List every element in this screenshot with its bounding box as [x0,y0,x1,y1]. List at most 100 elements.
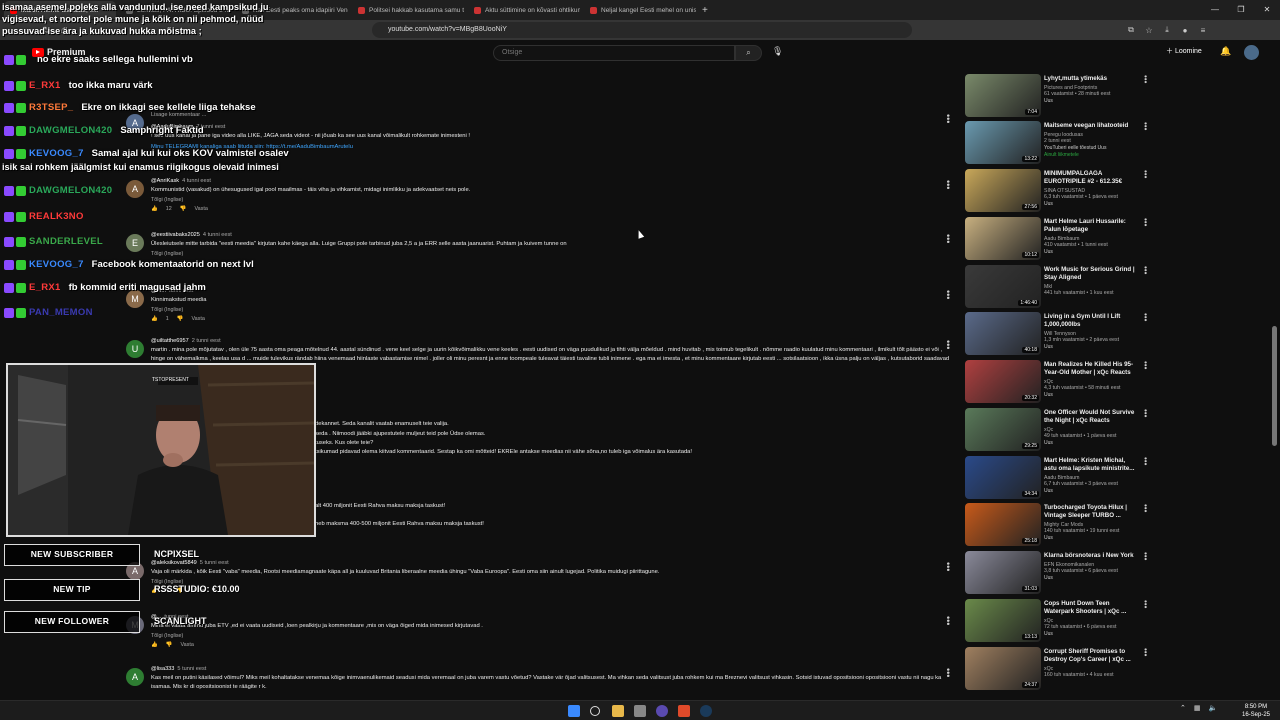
comment-more-icon[interactable]: ••• [943,180,953,189]
volume-icon[interactable]: 🔈 [1209,704,1218,712]
video-thumbnail[interactable]: 1:46:40 [965,265,1041,308]
video-more-icon[interactable]: ••• [1141,504,1150,512]
translate-link[interactable]: Tõlgi (Inglise) [151,633,951,639]
related-video-item[interactable]: 13:22 Maitseme veegan lihatooteid Peregu l… [965,121,1150,166]
comment-time[interactable]: 2 tunni eest [192,338,221,344]
create-button[interactable]: ＋ Loomine [1166,46,1202,56]
related-video-item[interactable]: 27:56 MINIMUMPALGAGA EUROTRIPILE #2 - 612… [965,169,1150,214]
comment-more-icon[interactable]: ••• [943,616,953,625]
video-more-icon[interactable]: ••• [1141,75,1150,83]
video-more-icon[interactable]: ••• [1141,361,1150,369]
video-more-icon[interactable]: ••• [1141,552,1150,560]
video-more-icon[interactable]: ••• [1141,457,1150,465]
video-thumbnail[interactable]: 13:13 [965,599,1041,642]
comment-more-icon[interactable]: ••• [943,290,953,299]
video-title[interactable]: Man Realizes He Killed His 95-Year-Old M… [1044,361,1138,377]
related-video-item[interactable]: 10:12 Mart Helme Lauri Hussarile: Palun l… [965,217,1150,262]
video-title[interactable]: Cops Hunt Down Teen Waterpark Shooters |… [1044,600,1138,616]
video-more-icon[interactable]: ••• [1141,170,1150,178]
video-title[interactable]: Mart Helme Lauri Hussarile: Palun lõpeta… [1044,218,1138,234]
new-tab-button[interactable]: + [702,5,708,16]
video-thumbnail[interactable]: 29:25 [965,408,1041,451]
video-more-icon[interactable]: ••• [1141,218,1150,226]
close-window-icon[interactable]: ✕ [1254,0,1280,20]
related-video-item[interactable]: 34:34 Mart Helme: Kristen Michal, astu om… [965,456,1150,501]
search-taskbar-icon[interactable] [590,706,600,716]
minimize-icon[interactable]: — [1202,0,1228,20]
video-title[interactable]: Mart Helme: Kristen Michal, astu oma lap… [1044,457,1138,473]
notifications-bell-icon[interactable]: 🔔 [1220,46,1231,57]
video-thumbnail[interactable]: 34:34 [965,456,1041,499]
video-thumbnail[interactable]: 20:32 [965,360,1041,403]
related-video-item[interactable]: 13:13 Cops Hunt Down Teen Waterpark Shoot… [965,599,1150,644]
search-button[interactable]: ⌕ [735,45,762,61]
comment-more-icon[interactable]: ••• [943,562,953,571]
comment-avatar[interactable]: U [126,340,144,358]
related-video-item[interactable]: 1:46:40 Work Music for Serious Grind | St… [965,265,1150,310]
video-thumbnail[interactable]: 27:56 [965,169,1041,212]
chevron-up-icon[interactable]: ⌃ [1180,704,1186,712]
comment-more-icon[interactable]: ••• [943,234,953,243]
browser-tab[interactable]: Aktu süttimine on kõvasti ohtlikum, K× [468,1,580,19]
comment-more-icon[interactable]: ••• [943,668,953,677]
comment-time[interactable]: 5 tunni eest [177,666,206,672]
video-title[interactable]: Maitseme veegan lihatooteid [1044,122,1138,130]
video-title[interactable]: Work Music for Serious Grind | Stay Alig… [1044,266,1138,282]
comment-avatar[interactable]: A [126,668,144,686]
reply-button[interactable]: Vasta [180,642,193,648]
related-video-item[interactable]: 20:32 Man Realizes He Killed His 95-Year-… [965,360,1150,405]
browser-tab[interactable]: Neljal kangel Eesti mehel on unistus× [584,1,696,19]
video-thumbnail[interactable]: 40:18 [965,312,1041,355]
obs-icon[interactable] [656,705,668,717]
related-video-item[interactable]: 7:04 Lyhyt,mutta ytimekäs Pictures and Foo… [965,74,1150,119]
video-more-icon[interactable]: ••• [1141,648,1150,656]
start-icon[interactable] [568,705,580,717]
file-explorer-icon[interactable] [612,705,624,717]
video-thumbnail[interactable]: 7:04 [965,74,1041,117]
related-video-item[interactable]: 31:03 Klarna börsnoteras i New York EFN Ek… [965,551,1150,596]
video-thumbnail[interactable]: 13:22 [965,121,1041,164]
translate-link[interactable]: Tõlgi (Inglise) [151,579,951,585]
bookmarks-icon[interactable]: ☆ [1140,26,1158,35]
menu-icon[interactable]: ≡ [1194,26,1212,35]
browser-tab[interactable]: Politsei hakkab kasutama samu tankide× [352,1,464,19]
comment-more-icon[interactable]: ••• [943,114,953,123]
user-avatar[interactable] [1244,45,1259,60]
comment-author[interactable]: @aleksikovat5849 [151,560,197,566]
profile-icon[interactable]: ● [1176,26,1194,35]
extensions-icon[interactable]: ⧉ [1122,25,1140,35]
dislike-icon[interactable]: 👎 [166,642,173,648]
search-input[interactable]: Otsige [493,45,735,61]
video-thumbnail[interactable]: 25:18 [965,503,1041,546]
video-thumbnail[interactable]: 24:37 [965,647,1041,690]
video-title[interactable]: One Officer Would Not Survive the Night … [1044,409,1138,425]
video-thumbnail[interactable]: 10:12 [965,217,1041,260]
related-video-item[interactable]: 40:18 Living in a Gym Until I Lift 1,000,… [965,312,1150,357]
url-field[interactable]: youtube.com/watch?v=MBgB8UooNiY [372,22,912,38]
video-more-icon[interactable]: ••• [1141,600,1150,608]
taskbar-clock[interactable]: 8:50 PM 16-Sep-25 [1242,703,1270,719]
video-more-icon[interactable]: ••• [1141,122,1150,130]
settings-icon[interactable] [634,705,646,717]
mic-icon[interactable]: 🎙 [772,46,783,57]
comment-more-icon[interactable]: ••• [943,340,953,349]
restore-icon[interactable]: ❐ [1228,0,1254,20]
like-icon[interactable]: 👍 [151,642,158,648]
comment-author[interactable]: @uiltatthe6957 [151,338,189,344]
related-video-item[interactable]: 29:25 One Officer Would Not Survive the N… [965,408,1150,453]
video-title[interactable]: Klarna börsnoteras i New York [1044,552,1138,560]
brave-browser-icon[interactable] [678,705,690,717]
video-more-icon[interactable]: ••• [1141,313,1150,321]
related-video-item[interactable]: 24:37 Corrupt Sheriff Promises to Destroy… [965,647,1150,692]
scrollbar-thumb[interactable] [1272,326,1277,446]
video-thumbnail[interactable]: 31:03 [965,551,1041,594]
video-more-icon[interactable]: ••• [1141,409,1150,417]
comment-time[interactable]: 5 tunni eest [200,560,229,566]
steam-icon[interactable] [700,705,712,717]
downloads-icon[interactable]: ⤓ [1158,25,1176,35]
video-title[interactable]: Turbocharged Toyota Hilux | Vintage Slee… [1044,504,1138,520]
video-title[interactable]: Lyhyt,mutta ytimekäs [1044,75,1138,83]
video-title[interactable]: MINIMUMPALGAGA EUROTRIPILE #2 - 612.35€ [1044,170,1138,186]
video-more-icon[interactable]: ••• [1141,266,1150,274]
video-title[interactable]: Corrupt Sheriff Promises to Destroy Cop'… [1044,648,1138,664]
